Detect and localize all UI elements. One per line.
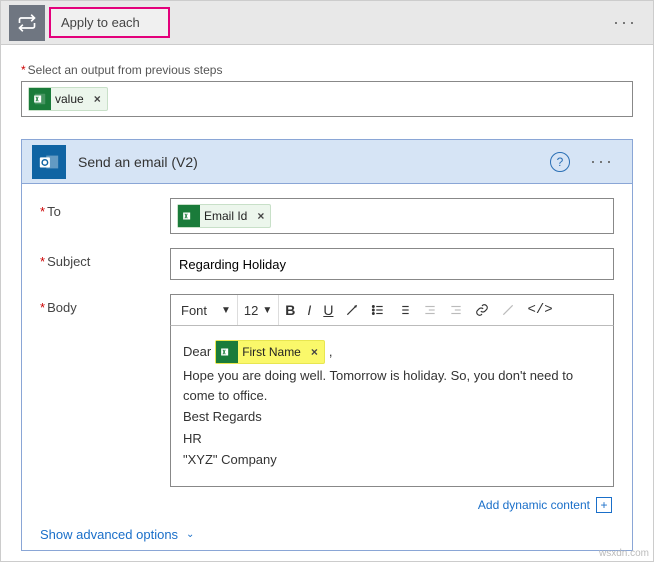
subject-label: *Subject <box>40 248 170 269</box>
italic-button[interactable]: I <box>301 295 317 325</box>
body-line: "XYZ" Company <box>183 450 601 470</box>
code-view-button[interactable]: </> <box>521 295 558 325</box>
required-star: * <box>21 63 26 77</box>
remove-token-icon[interactable]: × <box>88 92 107 106</box>
chevron-down-icon: ▼ <box>262 305 272 316</box>
chevron-down-icon: ⌄ <box>186 529 194 540</box>
to-input[interactable]: Email Id × <box>170 198 614 234</box>
outlook-icon <box>32 145 66 179</box>
select-output-input[interactable]: value × <box>21 81 633 117</box>
select-output-label: *Select an output from previous steps <box>21 63 633 77</box>
color-button[interactable] <box>339 295 365 325</box>
more-menu-outer[interactable]: ··· <box>605 8 645 37</box>
remove-token-icon[interactable]: × <box>251 209 270 223</box>
plus-icon: + <box>596 497 612 513</box>
first-name-token[interactable]: First Name × <box>215 340 325 364</box>
token-label: First Name <box>242 343 305 361</box>
link-button[interactable] <box>469 295 495 325</box>
token-label: Email Id <box>204 209 251 223</box>
body-editor[interactable]: Dear First Name × , Hope y <box>170 326 614 487</box>
to-row: *To Email Id × <box>40 198 614 234</box>
excel-icon <box>178 205 200 227</box>
subject-input[interactable] <box>170 248 614 280</box>
body-label: *Body <box>40 294 170 315</box>
body-row: *Body Font▼ 12▼ B I U <box>40 294 614 513</box>
loop-icon <box>9 5 45 41</box>
outer-body: *Select an output from previous steps va… <box>1 45 653 561</box>
more-menu-email[interactable]: ··· <box>582 147 622 176</box>
apply-to-each-card: Apply to each ··· *Select an output from… <box>0 0 654 562</box>
remove-token-icon[interactable]: × <box>305 343 324 361</box>
underline-button[interactable]: U <box>317 295 339 325</box>
body-line: Hope you are doing well. Tomorrow is hol… <box>183 366 601 405</box>
value-token[interactable]: value × <box>28 87 108 111</box>
body-text-comma: , <box>329 342 333 362</box>
clear-format-button[interactable] <box>495 295 521 325</box>
email-title: Send an email (V2) <box>78 154 550 170</box>
outdent-button[interactable] <box>417 295 443 325</box>
send-email-card: Send an email (V2) ? ··· *To Email Id <box>21 139 633 551</box>
excel-icon <box>216 341 238 363</box>
bullet-list-button[interactable] <box>365 295 391 325</box>
body-line: HR <box>183 429 601 449</box>
email-body-section: *To Email Id × <box>22 184 632 550</box>
watermark: wsxdn.com <box>599 548 649 559</box>
bold-button[interactable]: B <box>279 295 301 325</box>
add-dynamic-content-link[interactable]: Add dynamic content + <box>478 497 612 513</box>
body-line: Best Regards <box>183 407 601 427</box>
number-list-button[interactable] <box>391 295 417 325</box>
subject-row: *Subject <box>40 248 614 280</box>
to-label: *To <box>40 198 170 219</box>
advanced-row: Show advanced options ⌄ <box>40 527 614 542</box>
chevron-down-icon: ▼ <box>221 305 231 316</box>
indent-button[interactable] <box>443 295 469 325</box>
apply-to-each-title: Apply to each <box>49 7 170 38</box>
help-icon[interactable]: ? <box>550 152 570 172</box>
outer-header: Apply to each ··· <box>1 1 653 45</box>
font-select[interactable]: Font▼ <box>171 295 238 325</box>
editor-toolbar: Font▼ 12▼ B I U </> <box>170 294 614 326</box>
dynamic-content-row: Add dynamic content + <box>170 497 612 513</box>
email-header: Send an email (V2) ? ··· <box>22 140 632 184</box>
excel-icon <box>29 88 51 110</box>
show-advanced-link[interactable]: Show advanced options ⌄ <box>40 527 194 542</box>
body-text-dear: Dear <box>183 342 211 362</box>
token-label: value <box>55 92 88 106</box>
email-id-token[interactable]: Email Id × <box>177 204 271 228</box>
font-size-select[interactable]: 12▼ <box>238 295 279 325</box>
